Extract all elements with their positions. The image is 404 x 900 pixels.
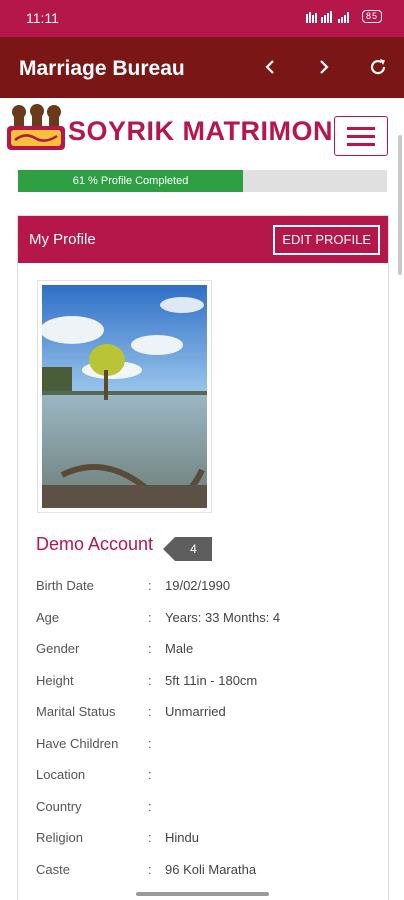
- brand-logo: [7, 104, 65, 150]
- refresh-button[interactable]: [362, 51, 394, 83]
- battery-icon: 85: [361, 10, 382, 23]
- brand-header: SOYRIK MATRIMONY: [0, 98, 404, 172]
- detail-row: Gender: Male: [36, 641, 376, 673]
- detail-value: [165, 736, 376, 768]
- detail-value: [165, 767, 376, 799]
- signal-icon: [305, 10, 349, 23]
- detail-row: Marital Status: Unmarried: [36, 704, 376, 736]
- profile-photo-frame[interactable]: [37, 280, 212, 513]
- detail-value: 19/02/1990: [165, 578, 231, 593]
- chevron-right-icon: [320, 60, 329, 74]
- forward-button[interactable]: [308, 51, 340, 83]
- detail-value: Unmarried: [165, 704, 226, 719]
- app-title: Marriage Bureau: [19, 57, 185, 80]
- detail-row: Religion: Hindu: [36, 830, 376, 862]
- detail-row: Height:5ft 11in - 180cm: [36, 673, 376, 705]
- hamburger-menu-button[interactable]: [334, 116, 388, 156]
- detail-colon: :: [148, 704, 152, 719]
- detail-colon: :: [148, 672, 152, 688]
- detail-label: Caste: [36, 861, 70, 877]
- detail-colon: :: [148, 798, 152, 814]
- back-button[interactable]: [254, 51, 286, 83]
- detail-row: Caste:96 Koli Maratha: [36, 862, 376, 894]
- profile-badge: 4: [163, 537, 212, 561]
- detail-value: 5ft 11in - 180cm: [165, 672, 258, 688]
- edit-profile-button[interactable]: EDIT PROFILE: [273, 225, 380, 255]
- detail-colon: :: [148, 578, 152, 593]
- detail-value: Hindu: [165, 830, 199, 845]
- refresh-icon: [370, 59, 386, 75]
- hamburger-menu-icon: [347, 126, 375, 130]
- detail-label: Height: [36, 672, 74, 688]
- detail-label: Have Children: [36, 735, 119, 751]
- profile-name-row: Demo Account: [36, 534, 153, 555]
- profile-photo: [40, 285, 207, 508]
- detail-value: Years: 33 Months: 4: [165, 609, 281, 625]
- chevron-left-icon: [265, 60, 274, 74]
- detail-row: Country:: [36, 799, 376, 831]
- profile-details: Birth Date:19/02/1990 Age: Years: 33 Month…: [36, 578, 376, 893]
- detail-label: Location: [36, 767, 86, 782]
- detail-label: Gender: [36, 641, 80, 656]
- detail-label: Birth Date: [36, 578, 94, 593]
- status-icons: 85: [305, 10, 382, 23]
- detail-colon: :: [148, 861, 152, 877]
- detail-row: Have Children:: [36, 736, 376, 768]
- detail-value: Male: [165, 641, 194, 656]
- detail-colon: :: [148, 735, 152, 751]
- detail-value: [165, 799, 376, 831]
- profile-progress-fill: 61 % Profile Completed: [18, 170, 244, 192]
- profile-progress-bar: 61 % Profile Completed: [18, 170, 387, 192]
- detail-colon: :: [148, 609, 152, 625]
- detail-colon: :: [148, 641, 152, 656]
- detail-value: 96 Koli Maratha: [165, 861, 257, 877]
- status-time: 11:11: [26, 10, 59, 26]
- detail-label: Religion: [36, 830, 83, 845]
- detail-row: Birth Date:19/02/1990: [36, 578, 376, 610]
- detail-row: Location:: [36, 767, 376, 799]
- brand-name: SOYRIK MATRIMONY: [68, 116, 352, 146]
- my-profile-card: My Profile EDIT PROFILE Demo Account 4 B…: [17, 215, 389, 900]
- detail-label: Country: [36, 798, 82, 814]
- home-gesture-bar[interactable]: [136, 892, 269, 896]
- card-title: My Profile: [29, 231, 96, 248]
- detail-row: Age: Years: 33 Months: 4: [36, 610, 376, 642]
- status-bar: 11:11 85: [0, 0, 404, 37]
- card-header: My Profile EDIT PROFILE: [18, 216, 388, 263]
- detail-label: Marital Status: [36, 704, 116, 719]
- detail-label: Age: [36, 609, 60, 625]
- detail-colon: :: [148, 767, 152, 782]
- profile-name: Demo Account: [36, 534, 154, 554]
- scrollbar[interactable]: [398, 135, 402, 275]
- detail-colon: :: [148, 830, 152, 845]
- app-bar: Marriage Bureau: [0, 37, 404, 98]
